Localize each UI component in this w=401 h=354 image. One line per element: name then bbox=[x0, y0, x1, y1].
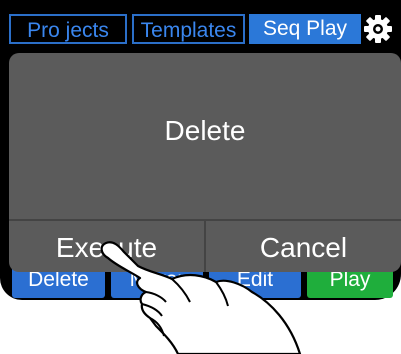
tab-bar: Pro jects Templates Seq Play bbox=[9, 14, 401, 44]
tab-projects[interactable]: Pro jects bbox=[9, 14, 127, 44]
gear-icon[interactable] bbox=[362, 14, 394, 44]
delete-dialog: Delete Execute Cancel bbox=[9, 53, 401, 272]
tab-seq-play[interactable]: Seq Play bbox=[249, 14, 361, 44]
device-screen: Pro jects Templates Seq Play Delete Mirr… bbox=[0, 0, 401, 300]
execute-button[interactable]: Execute bbox=[9, 223, 204, 272]
dialog-title: Delete bbox=[164, 115, 246, 146]
cancel-button[interactable]: Cancel bbox=[206, 223, 401, 272]
tab-templates[interactable]: Templates bbox=[132, 14, 245, 44]
